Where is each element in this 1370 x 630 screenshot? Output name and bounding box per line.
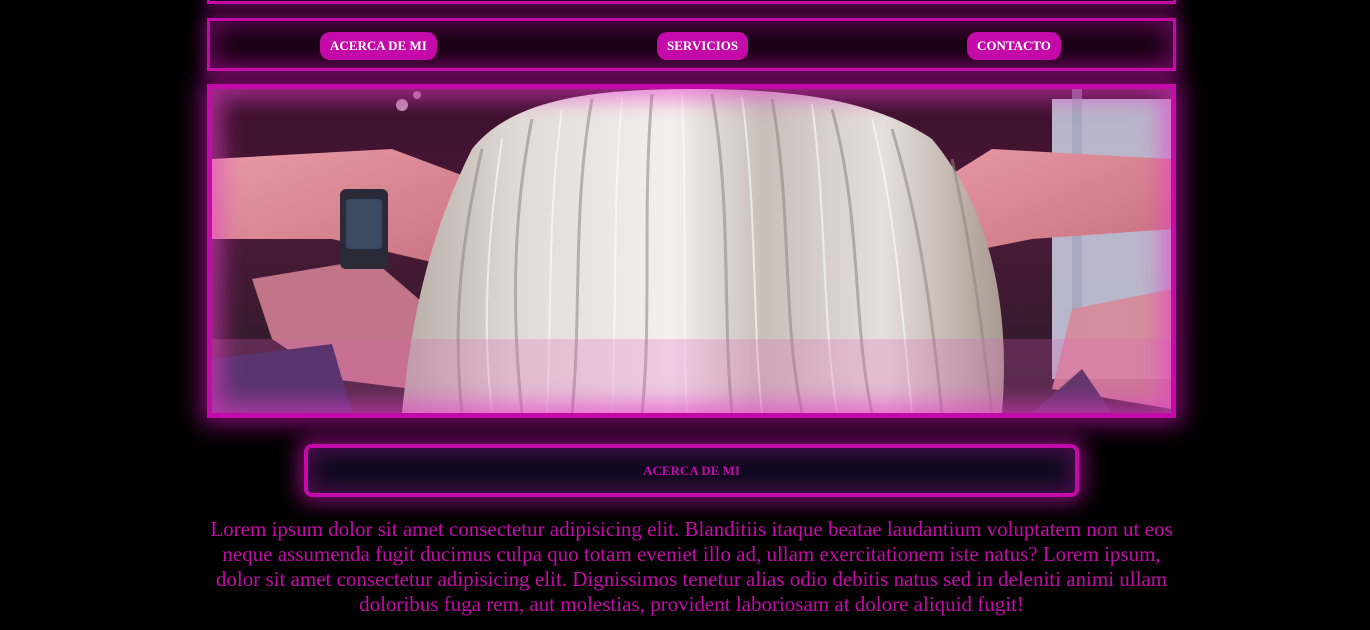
nav-services-button[interactable]: SERVICIOS [657, 32, 749, 60]
about-section-title: ACERCA DE MI [643, 463, 740, 478]
nav-contact-button[interactable]: CONTACTO [967, 32, 1061, 60]
nav-about-button[interactable]: ACERCA DE MI [320, 32, 437, 60]
hair-photo [212, 89, 1171, 413]
about-body-text: Lorem ipsum dolor sit amet consectetur a… [210, 517, 1173, 616]
page: ACERCA DE MI SERVICIOS CONTACTO ACERCA D… [0, 0, 1370, 630]
main-nav: ACERCA DE MI SERVICIOS CONTACTO [207, 18, 1176, 71]
top-header-bar [207, 0, 1176, 4]
hero-image [207, 84, 1176, 418]
about-section-header: ACERCA DE MI [304, 444, 1079, 497]
